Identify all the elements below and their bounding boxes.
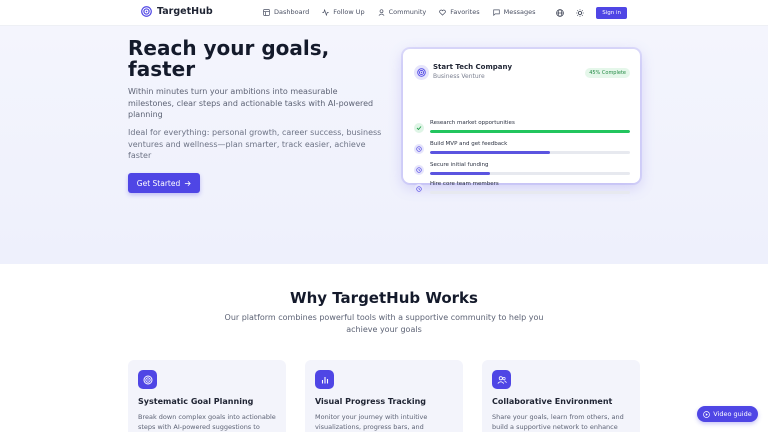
top-nav: TargetHub Dashboard Follow Up Community … [0,0,768,26]
heart-icon [439,9,446,16]
clock-icon [416,167,422,173]
target-icon [143,375,152,384]
get-started-label: Get Started [136,178,181,188]
nav-link-follow-up[interactable]: Follow Up [322,8,365,16]
bar-chart-icon [321,376,328,383]
layout-icon [263,8,270,16]
task-progress-track [430,191,630,194]
task-progress-track [430,151,630,154]
task-progress-track [430,172,630,175]
task-label: Secure initial funding [430,162,489,168]
task-item[interactable]: Hire core team members [414,181,630,201]
user-icon [378,8,385,16]
video-guide-button[interactable]: Video guide [697,406,758,422]
feature-card-goal-planning: Systematic Goal Planning Break down comp… [128,360,286,432]
check-icon [416,126,422,131]
nav-link-community[interactable]: Community [378,8,427,16]
task-item[interactable]: Research market opportunities [414,120,630,140]
task-progress-fill [430,130,630,133]
get-started-button[interactable]: Get Started [128,173,200,193]
brand[interactable]: TargetHub [141,6,213,17]
nav-link-label: Messages [503,8,536,16]
nav-link-messages[interactable]: Messages [492,8,536,16]
sign-in-button[interactable]: Sign in [596,7,627,19]
globe-icon[interactable] [556,9,565,17]
feature-description: Monitor your journey with intuitive visu… [315,413,428,431]
target-logo-icon [141,6,152,17]
section-title: Why TargetHub Works [290,289,478,307]
task-label: Hire core team members [430,181,499,187]
task-status-dot [414,184,424,194]
task-progress-fill [430,172,490,175]
progress-badge: 45% Complete [585,68,630,78]
task-status-dot [414,144,424,154]
feature-icon-wrap [138,370,157,389]
task-item[interactable]: Secure initial funding [414,162,630,182]
task-progress-track [430,130,630,133]
clock-icon [416,186,422,192]
feature-title: Collaborative Environment [492,397,613,406]
task-label: Build MVP and get feedback [430,141,508,147]
nav-links: Dashboard Follow Up Community Favorites … [263,8,535,16]
hero-subtitle: Within minutes turn your ambitions into … [128,87,374,119]
target-icon [417,68,426,77]
section-subtitle: Our platform combines powerful tools wit… [224,313,544,334]
nav-link-label: Community [388,8,427,16]
task-progress-fill [430,151,550,154]
feature-icon-wrap [315,370,334,389]
nav-actions: Sign in [556,7,627,19]
card-subtitle: Business Venture [433,73,485,80]
feature-icon-wrap [492,370,511,389]
users-icon [496,375,507,384]
nav-link-label: Favorites [450,8,480,16]
feature-description: Share your goals, learn from others, and… [492,413,624,431]
brand-name: TargetHub [157,6,213,17]
goal-preview-card: Start Tech Company Business Venture 45% … [403,49,640,183]
feature-description: Break down complex goals into actionable… [138,413,276,431]
nav-link-dashboard[interactable]: Dashboard [263,8,309,16]
nav-link-favorites[interactable]: Favorites [439,8,480,16]
hero-title: Reach your goals, faster [128,36,330,81]
nav-link-label: Follow Up [333,8,365,16]
card-icon [414,65,429,80]
feature-card-progress-tracking: Visual Progress Tracking Monitor your jo… [305,360,463,432]
task-status-dot [414,123,424,133]
message-icon [492,9,500,16]
clock-icon [416,146,422,152]
task-item[interactable]: Build MVP and get feedback [414,141,630,161]
nav-link-label: Dashboard [274,8,310,16]
task-status-dot [414,165,424,175]
feature-title: Systematic Goal Planning [138,397,254,406]
activity-icon [322,8,329,16]
play-circle-icon [703,410,711,418]
feature-card-collaboration: Collaborative Environment Share your goa… [482,360,640,432]
sun-icon[interactable] [576,9,585,17]
feature-title: Visual Progress Tracking [315,397,427,406]
arrow-right-icon [185,180,191,186]
task-label: Research market opportunities [430,120,515,126]
video-guide-label: Video guide [713,410,752,418]
hero-subtitle-secondary: Ideal for everything: personal growth, c… [128,128,382,160]
card-title: Start Tech Company [433,63,513,71]
